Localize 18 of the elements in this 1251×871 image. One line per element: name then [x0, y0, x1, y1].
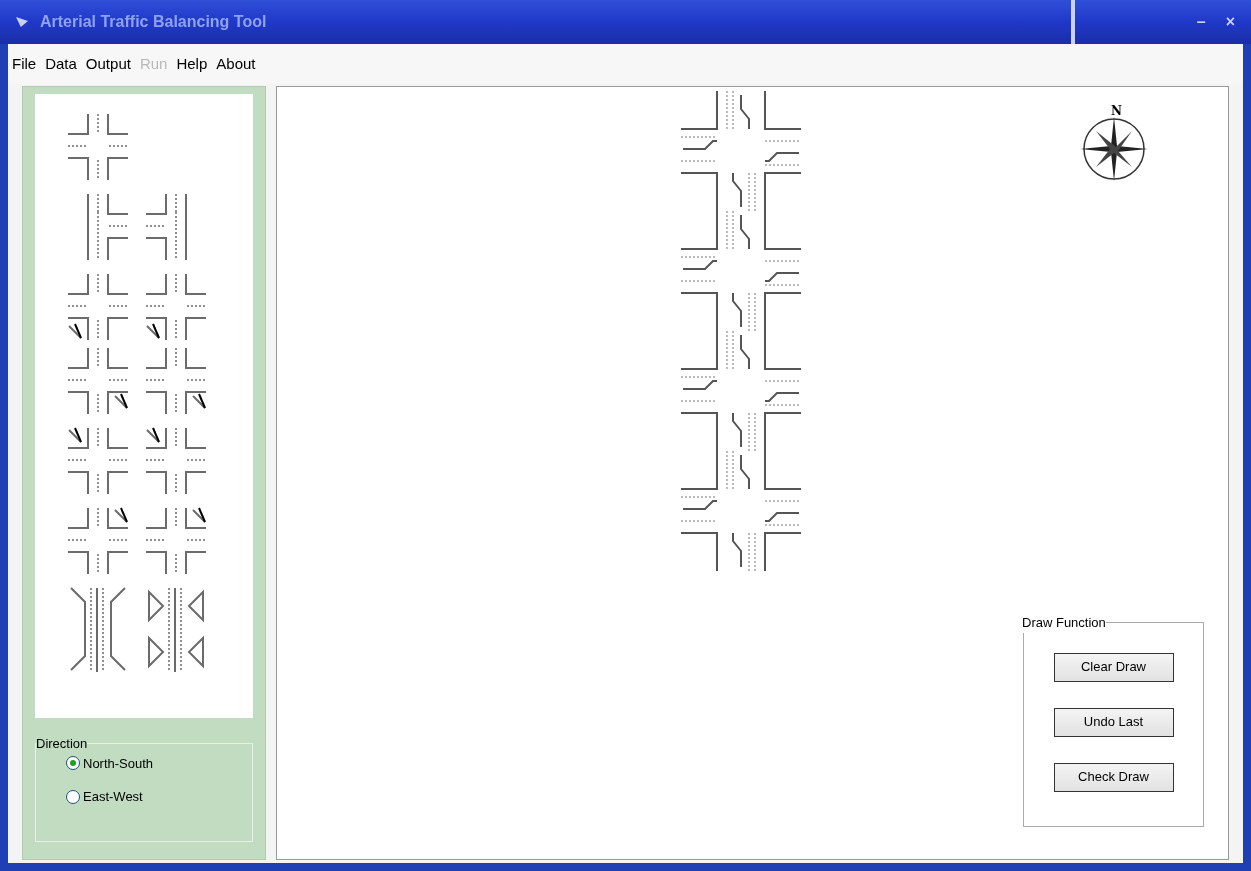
action-button[interactable]: Clear Draw — [1053, 652, 1174, 682]
menu-item[interactable]: File — [12, 52, 37, 76]
action-button[interactable]: Check Draw — [1053, 762, 1174, 792]
menu-item[interactable]: About — [216, 52, 256, 76]
group-label: Draw Function — [1022, 614, 1106, 632]
radio-button[interactable] — [66, 756, 80, 771]
window-title: Arterial Traffic Balancing Tool — [40, 12, 267, 32]
minimize-button[interactable]: – — [1196, 10, 1206, 34]
menu-item[interactable]: Help — [176, 52, 208, 76]
menu-item[interactable]: Data — [45, 52, 77, 76]
group-label: Direction — [36, 735, 88, 753]
close-button[interactable]: × — [1225, 10, 1235, 34]
action-button[interactable]: Undo Last — [1053, 707, 1174, 737]
radio-option[interactable]: East-West — [66, 787, 222, 807]
menu-item[interactable]: Output — [85, 52, 131, 76]
radio-button[interactable] — [66, 789, 80, 804]
radio-option[interactable]: North-South — [66, 753, 222, 773]
app-icon — [16, 17, 28, 27]
